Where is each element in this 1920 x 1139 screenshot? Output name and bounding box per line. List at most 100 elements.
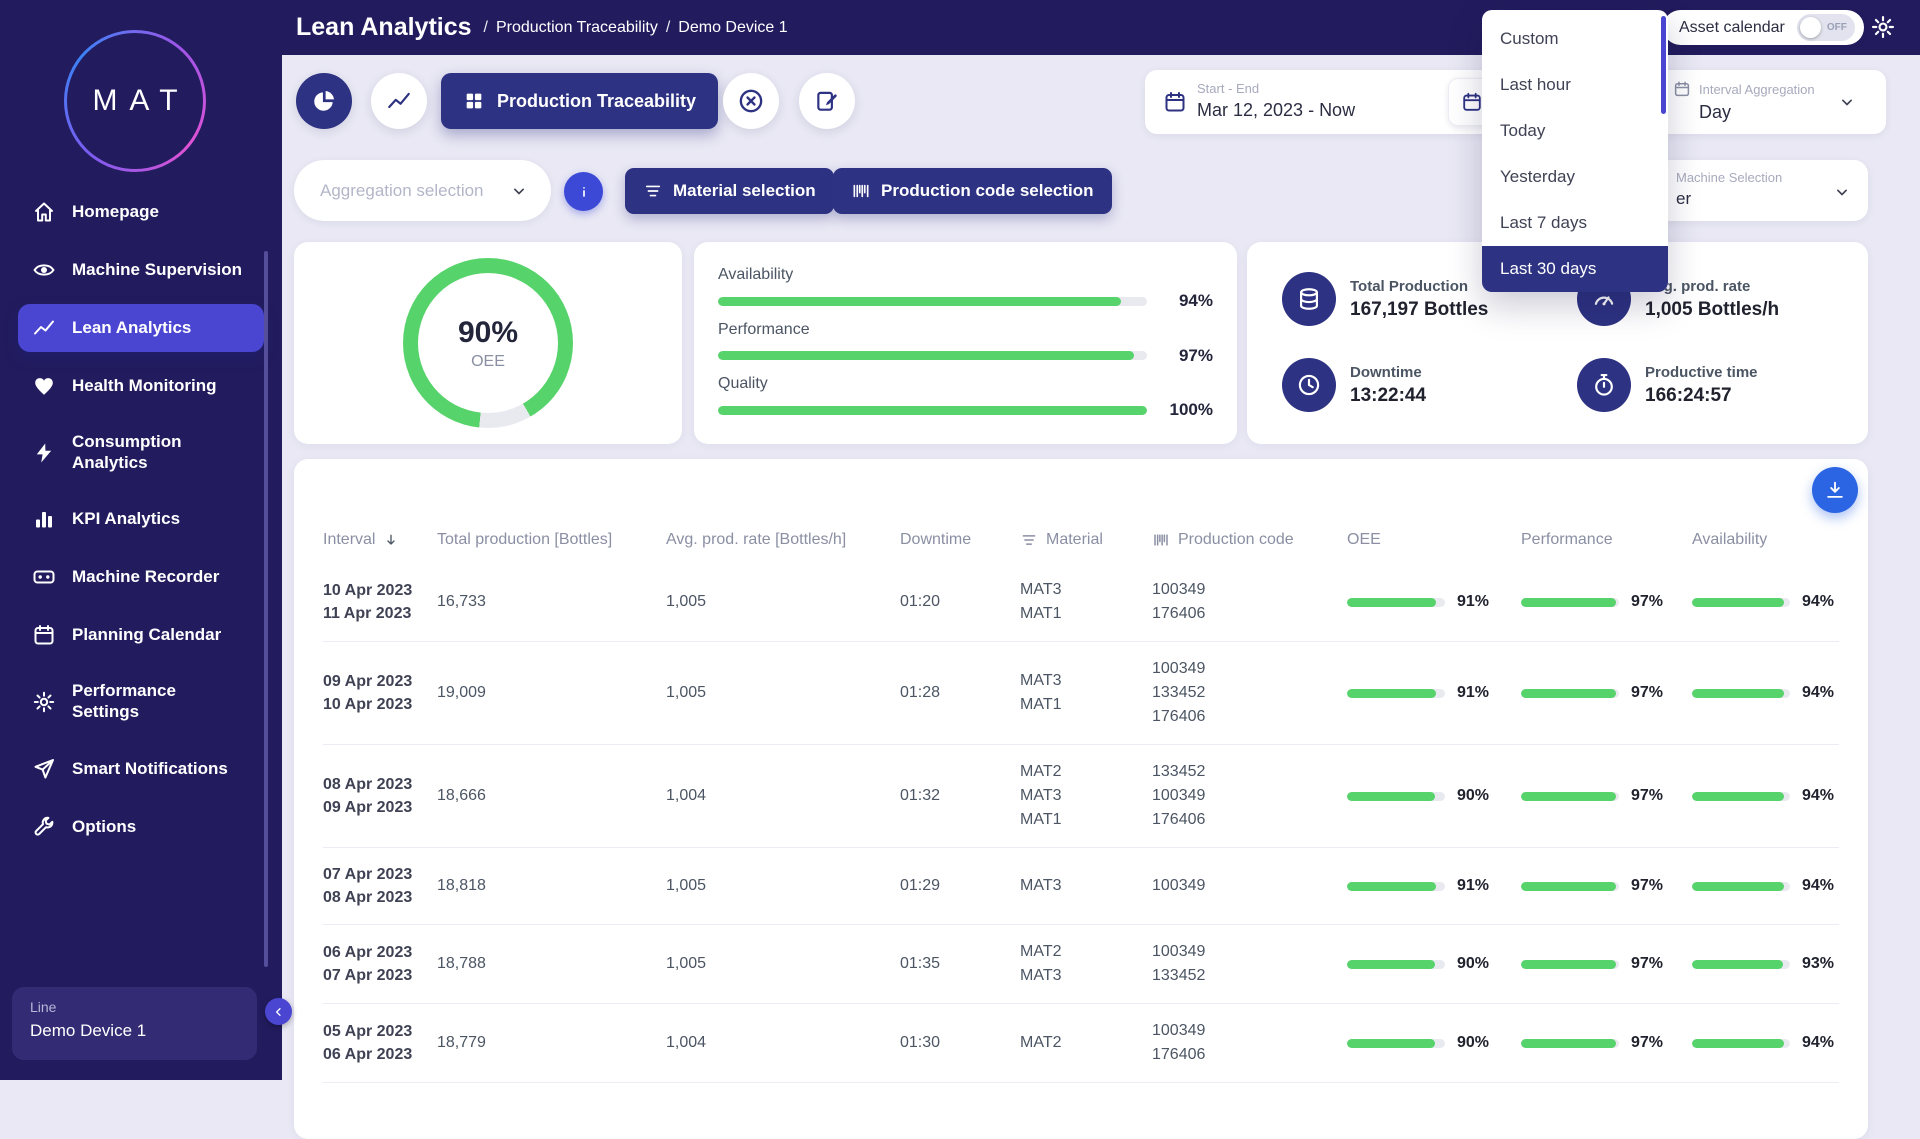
progress-track [1521, 792, 1619, 801]
settings-gear-button[interactable] [1870, 14, 1896, 45]
column-header-oee[interactable]: OEE [1347, 531, 1521, 549]
calendar-icon [1461, 91, 1483, 113]
column-header-downtime[interactable]: Downtime [900, 531, 1020, 549]
info-button[interactable] [564, 172, 603, 211]
sidebar-item-homepage[interactable]: Homepage [18, 188, 264, 236]
column-header-material[interactable]: Material [1020, 531, 1152, 549]
production-traceability-tab[interactable]: Production Traceability [441, 73, 718, 129]
material-selection-button[interactable]: Material selection [625, 168, 834, 214]
sidebar-item-options[interactable]: Options [18, 803, 264, 851]
progress-track [1347, 598, 1445, 607]
cell-downtime: 01:35 [900, 955, 1020, 973]
cell-interval: 10 Apr 202311 Apr 2023 [323, 579, 437, 625]
cell-oee-value: 90% [1457, 955, 1489, 973]
sidebar-nav: Homepage Machine Supervision Lean Analyt… [0, 188, 282, 851]
metric-label: Downtime [1350, 364, 1426, 381]
table-row[interactable]: 05 Apr 202306 Apr 2023 18,779 1,004 01:3… [323, 1004, 1839, 1083]
sidebar-item-label: Lean Analytics [72, 318, 191, 339]
asset-calendar-toggle[interactable]: OFF [1797, 14, 1855, 41]
production-code-selection-button[interactable]: Production code selection [833, 168, 1112, 214]
column-header-label: Performance [1521, 531, 1613, 549]
cell-performance-value: 97% [1631, 684, 1663, 702]
machine-selection-select[interactable]: Machine Selection er [1656, 160, 1868, 221]
column-header-performance[interactable]: Performance [1521, 531, 1692, 549]
app-logo: MAT [64, 30, 206, 172]
cell-performance-value: 97% [1631, 877, 1663, 895]
aggregation-select[interactable]: Aggregation selection [294, 160, 551, 221]
date-range-dropdown: CustomLast hourTodayYesterdayLast 7 days… [1482, 10, 1668, 292]
cell-production-codes: 100349 [1152, 874, 1347, 898]
cell-availability: 94% [1692, 684, 1839, 702]
table-row[interactable]: 08 Apr 202309 Apr 2023 18,666 1,004 01:3… [323, 745, 1839, 848]
table-row[interactable]: 07 Apr 202308 Apr 2023 18,818 1,005 01:2… [323, 848, 1839, 925]
column-header-label: Avg. prod. rate [Bottles/h] [666, 531, 846, 549]
line-view-button[interactable] [371, 73, 427, 129]
column-header-availability[interactable]: Availability [1692, 531, 1839, 549]
progress-track [1521, 1039, 1619, 1048]
breadcrumb-item[interactable]: Production Traceability [496, 19, 658, 37]
chevron-down-icon[interactable] [1837, 92, 1857, 112]
date-option-last-7-days[interactable]: Last 7 days [1482, 200, 1668, 246]
asset-calendar-pill: Asset calendar OFF [1663, 10, 1864, 45]
column-header-label: Production code [1178, 531, 1294, 549]
sidebar-collapse-button[interactable] [265, 998, 292, 1025]
date-range-value[interactable]: Mar 12, 2023 - Now [1197, 100, 1355, 121]
column-header-production-code[interactable]: Production code [1152, 531, 1347, 549]
cell-avg-prod-rate: 1,004 [666, 1034, 900, 1052]
download-button[interactable] [1812, 467, 1858, 513]
kpi-bar-performance: Performance 97% [718, 321, 1213, 366]
date-option-custom[interactable]: Custom [1482, 16, 1668, 62]
interval-aggregation-select[interactable]: Interval Aggregation Day [1673, 80, 1815, 123]
cell-availability: 94% [1692, 593, 1839, 611]
send-icon [32, 757, 56, 781]
cell-oee: 90% [1347, 955, 1521, 973]
toggle-state-label: OFF [1827, 22, 1847, 33]
date-option-today[interactable]: Today [1482, 108, 1668, 154]
toggle-knob [1800, 17, 1821, 38]
progress-track [1347, 1039, 1445, 1048]
cell-downtime: 01:32 [900, 787, 1020, 805]
material-selection-label: Material selection [673, 181, 816, 201]
breadcrumb-separator: / [666, 19, 670, 37]
progress-track [1347, 960, 1445, 969]
table-row[interactable]: 06 Apr 202307 Apr 2023 18,788 1,005 01:3… [323, 925, 1839, 1004]
edit-report-button[interactable] [799, 73, 855, 129]
table-row[interactable]: 09 Apr 202310 Apr 2023 19,009 1,005 01:2… [323, 642, 1839, 745]
date-option-last-30-days[interactable]: Last 30 days [1482, 246, 1668, 292]
sidebar-item-machine-recorder[interactable]: Machine Recorder [18, 553, 264, 601]
sidebar-item-planning-calendar[interactable]: Planning Calendar [18, 611, 264, 659]
sidebar-item-health-monitoring[interactable]: Health Monitoring [18, 362, 264, 410]
table-row[interactable]: 10 Apr 202311 Apr 2023 16,733 1,005 01:2… [323, 563, 1839, 642]
cell-materials: MAT2 [1020, 1031, 1152, 1055]
column-header-avg-prod-rate-bottles-h[interactable]: Avg. prod. rate [Bottles/h] [666, 531, 900, 549]
sidebar-item-machine-supervision[interactable]: Machine Supervision [18, 246, 264, 294]
cell-availability-value: 94% [1802, 877, 1834, 895]
material-icon [1020, 531, 1038, 549]
sidebar-item-consumption-analytics[interactable]: Consumption Analytics [18, 420, 264, 485]
cell-total-production: 18,666 [437, 787, 666, 805]
database-icon [1296, 286, 1322, 312]
sidebar-item-lean-analytics[interactable]: Lean Analytics [18, 304, 264, 352]
cell-availability-value: 93% [1802, 955, 1834, 973]
sidebar-item-performance-settings[interactable]: Performance Settings [18, 669, 264, 734]
column-header-total-production-bottles[interactable]: Total production [Bottles] [437, 531, 666, 549]
sidebar-scrollbar[interactable] [264, 251, 268, 967]
cell-interval: 05 Apr 202306 Apr 2023 [323, 1020, 437, 1066]
cell-performance: 97% [1521, 684, 1692, 702]
kpi-bar-label: Availability [718, 266, 1213, 284]
progress-track [1347, 689, 1445, 698]
pie-view-button[interactable] [296, 73, 352, 129]
sidebar-item-smart-notifications[interactable]: Smart Notifications [18, 745, 264, 793]
sidebar-item-label: Smart Notifications [72, 759, 228, 780]
cell-interval: 07 Apr 202308 Apr 2023 [323, 863, 437, 909]
column-header-interval[interactable]: Interval [323, 531, 437, 549]
date-option-last-hour[interactable]: Last hour [1482, 62, 1668, 108]
date-option-yesterday[interactable]: Yesterday [1482, 154, 1668, 200]
clear-selection-button[interactable] [723, 73, 779, 129]
sidebar-item-kpi-analytics[interactable]: KPI Analytics [18, 495, 264, 543]
progress-track [1521, 598, 1619, 607]
cell-avg-prod-rate: 1,005 [666, 877, 900, 895]
breadcrumb-item[interactable]: Demo Device 1 [678, 19, 787, 37]
metric-value: 13:22:44 [1350, 385, 1426, 407]
dropdown-scrollbar[interactable] [1661, 16, 1666, 114]
